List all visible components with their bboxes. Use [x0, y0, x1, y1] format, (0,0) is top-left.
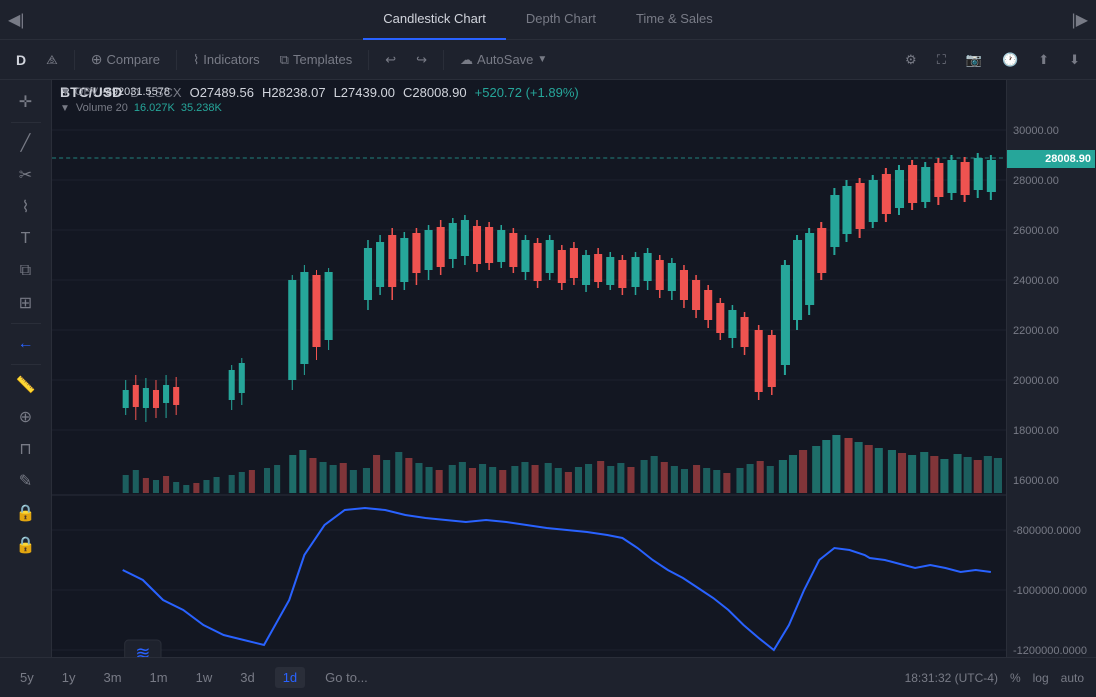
current-time: 18:31:32 (UTC-4) [905, 671, 998, 685]
svg-text:22000.00: 22000.00 [1013, 325, 1059, 337]
svg-text:28000.00: 28000.00 [1013, 175, 1059, 187]
scissors-tool[interactable]: ✂ [8, 161, 44, 189]
chart-type-button[interactable]: ⧌ [38, 48, 66, 72]
compare-button[interactable]: ⊕ Compare [83, 47, 168, 72]
volume-label: Volume 20 [76, 102, 128, 114]
undo-button[interactable]: ↩ [377, 48, 404, 72]
volume-val2: 35.238K [181, 102, 222, 114]
left-toolbar: ✛ ╱ ✂ ⌇ T ⧉ ⊞ ← 📏 ⊕ ⊓ ✎ 🔒 🔒 [0, 80, 52, 657]
indicators-button[interactable]: ⌇ Indicators [185, 48, 268, 72]
svg-text:28008.90: 28008.90 [1045, 153, 1091, 165]
text-tool[interactable]: T [8, 225, 44, 253]
divider-1 [74, 50, 75, 70]
svg-text:24000.00: 24000.00 [1013, 275, 1059, 287]
tab-candlestick[interactable]: Candlestick Chart [363, 0, 506, 40]
divider-3 [368, 50, 369, 70]
magnet-tool[interactable]: ⊓ [8, 435, 44, 463]
tab-time-sales[interactable]: Time & Sales [616, 0, 733, 40]
fullscreen-button[interactable]: ⛶ [929, 48, 954, 72]
collapse-left-icon[interactable]: ◀| [8, 10, 24, 30]
toolbar: D ⧌ ⊕ Compare ⌇ Indicators ⧉ Templates ↩… [0, 40, 1096, 80]
tf-1d[interactable]: 1d [275, 667, 305, 688]
svg-text:-1000000.0000: -1000000.0000 [1013, 585, 1087, 597]
tf-3d[interactable]: 3d [232, 667, 262, 688]
svg-text:30000.00: 30000.00 [1013, 125, 1059, 137]
right-price-axis: 30000.00 28000.00 26000.00 24000.00 2200… [1006, 80, 1096, 657]
clock-button[interactable]: 🕐 [994, 48, 1026, 72]
obv-label: ▼ OBV -892031.5578 [60, 86, 170, 98]
obv-value: -892031.5578 [102, 86, 170, 98]
tool-divider-3 [11, 364, 41, 365]
chart-svg[interactable]: 14 2023 14 Feb 14 Mar 14 Apr ≋ [52, 80, 1006, 657]
svg-text:26000.00: 26000.00 [1013, 225, 1059, 237]
obv-indicator-label: OBV [75, 86, 98, 98]
templates-button[interactable]: ⧉ Templates [272, 48, 361, 72]
tf-5y[interactable]: 5y [12, 667, 42, 688]
svg-text:-800000.0000: -800000.0000 [1013, 525, 1081, 537]
tab-list: Candlestick Chart Depth Chart Time & Sal… [8, 0, 1088, 40]
price-change: +520.72 (+1.89%) [475, 85, 579, 100]
divider-2 [176, 50, 177, 70]
measure-tool[interactable]: ⊞ [8, 289, 44, 317]
lock2-tool[interactable]: 🔒 [8, 531, 44, 559]
right-axis-svg: 30000.00 28000.00 26000.00 24000.00 2200… [1007, 80, 1096, 657]
fib-tool[interactable]: ⌇ [8, 193, 44, 221]
ohlc-high: H28238.07 [262, 85, 326, 100]
svg-text:-1200000.0000: -1200000.0000 [1013, 645, 1087, 657]
tool-divider-2 [11, 323, 41, 324]
timeframe-selector[interactable]: D [8, 48, 34, 72]
main-area: ✛ ╱ ✂ ⌇ T ⧉ ⊞ ← 📏 ⊕ ⊓ ✎ 🔒 🔒 BTC/USD D LS… [0, 80, 1096, 657]
trendline-tool[interactable]: ╱ [8, 129, 44, 157]
volume-chevron: ▼ [60, 103, 70, 114]
log-toggle[interactable]: log [1033, 671, 1049, 685]
svg-text:20000.00: 20000.00 [1013, 375, 1059, 387]
tab-depth[interactable]: Depth Chart [506, 0, 616, 40]
tf-3m[interactable]: 3m [95, 667, 129, 688]
ohlc-low: L27439.00 [334, 85, 395, 100]
tool-divider-1 [11, 122, 41, 123]
redo-button[interactable]: ↪ [408, 48, 435, 72]
divider-4 [443, 50, 444, 70]
bottom-bar: 5y 1y 3m 1m 1w 3d 1d Go to... 18:31:32 (… [0, 657, 1096, 697]
autosave-button[interactable]: ☁ AutoSave ▼ [452, 48, 555, 72]
svg-text:18000.00: 18000.00 [1013, 425, 1059, 437]
pct-toggle[interactable]: % [1010, 671, 1021, 685]
back-tool[interactable]: ← [8, 330, 44, 358]
svg-text:≋: ≋ [135, 643, 150, 657]
crosshair-tool[interactable]: ✛ [8, 88, 44, 116]
chart-content: BTC/USD D LSCX O27489.56 H28238.07 L2743… [52, 80, 1006, 657]
camera-button[interactable]: 📷 [958, 48, 990, 72]
auto-toggle[interactable]: auto [1061, 671, 1084, 685]
download-button[interactable]: ⬇ [1061, 48, 1088, 72]
lock-tool[interactable]: 🔒 [8, 499, 44, 527]
pencil-tool[interactable]: ✎ [8, 467, 44, 495]
ohlc-open: O27489.56 [190, 85, 254, 100]
ruler-tool[interactable]: 📏 [8, 371, 44, 399]
price-info-row2: ▼ Volume 20 16.027K 35.238K [60, 102, 579, 114]
tf-1w[interactable]: 1w [188, 667, 221, 688]
tf-1y[interactable]: 1y [54, 667, 84, 688]
tf-1m[interactable]: 1m [142, 667, 176, 688]
goto-button[interactable]: Go to... [317, 667, 376, 688]
settings-button[interactable]: ⚙ [897, 48, 925, 72]
upload-button[interactable]: ⬆ [1030, 48, 1057, 72]
volume-val1: 16.027K [134, 102, 175, 114]
ohlc-close: C28008.90 [403, 85, 467, 100]
svg-text:16000.00: 16000.00 [1013, 475, 1059, 487]
tab-bar: ◀| Candlestick Chart Depth Chart Time & … [0, 0, 1096, 40]
zoom-tool[interactable]: ⊕ [8, 403, 44, 431]
node-tool[interactable]: ⧉ [8, 257, 44, 285]
collapse-right-icon[interactable]: |▶ [1072, 10, 1088, 30]
